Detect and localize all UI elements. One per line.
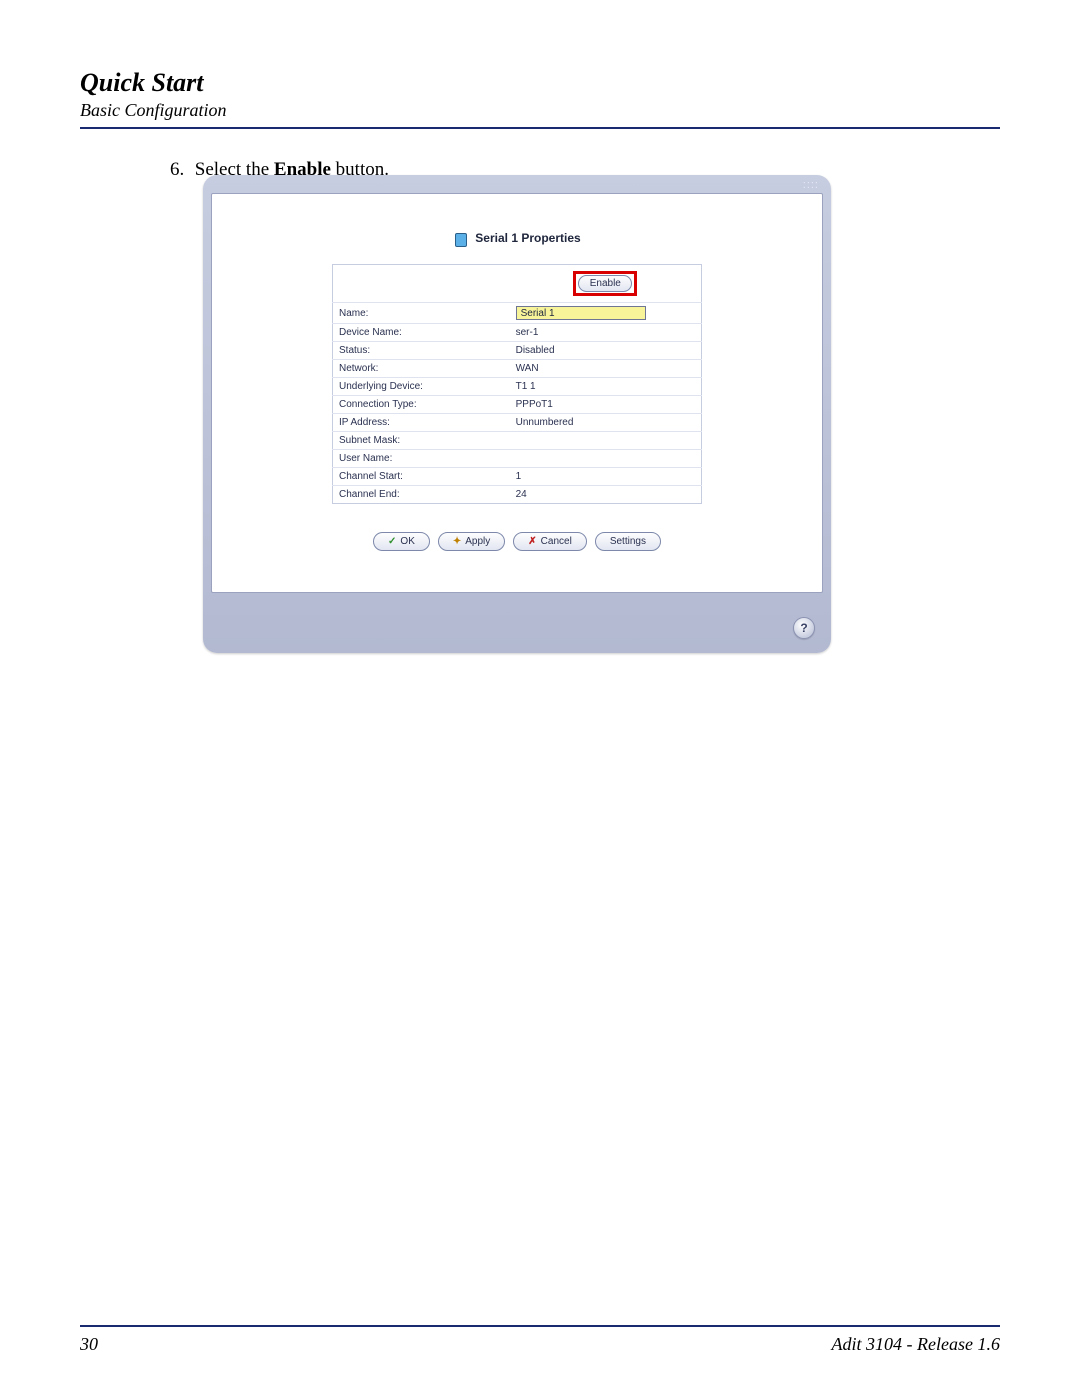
row-label-chstart: Channel Start: [333,468,510,486]
row-value-device: ser-1 [510,324,702,342]
row-value-ip: Unnumbered [510,414,702,432]
apply-button[interactable]: ✦ Apply [438,532,505,551]
row-label-conntype: Connection Type: [333,396,510,414]
ok-label: OK [400,536,414,547]
row-value-network: WAN [510,360,702,378]
product-release: Adit 3104 - Release 1.6 [832,1334,1000,1355]
properties-table: Enable Name: Serial 1 Device Name: ser-1… [332,264,702,504]
doc-chapter-title: Quick Start [80,68,1000,98]
row-label-username: User Name: [333,450,510,468]
x-icon: ✗ [528,536,536,547]
row-label-ip: IP Address: [333,414,510,432]
doc-section-title: Basic Configuration [80,100,1000,121]
enable-button[interactable]: Enable [578,275,632,292]
footer-divider [80,1325,1000,1327]
help-button[interactable]: ? [793,617,815,639]
window-content: Serial 1 Properties Enable Name: Serial … [211,193,823,593]
row-value-chstart: 1 [510,468,702,486]
row-value-underlying[interactable]: T1 1 [510,378,702,396]
row-value-subnet [510,432,702,450]
row-label-underlying: Underlying Device: [333,378,510,396]
name-input[interactable]: Serial 1 [516,306,646,320]
row-value-username [510,450,702,468]
row-label-chend: Channel End: [333,486,510,504]
action-button-row: ✓ OK ✦ Apply ✗ Cancel Settings [212,532,822,551]
row-label-name: Name: [333,303,510,324]
cancel-button[interactable]: ✗ Cancel [513,532,587,551]
row-label-status: Status: [333,342,510,360]
page-number: 30 [80,1334,98,1355]
enable-highlight: Enable [573,271,637,296]
step-number: 6. [170,159,190,181]
window-grip-dots: :::: [803,179,819,191]
cancel-label: Cancel [541,536,572,547]
ok-button[interactable]: ✓ OK [373,532,430,551]
row-value-conntype: PPPoT1 [510,396,702,414]
row-label-network: Network: [333,360,510,378]
check-icon: ✓ [388,536,396,547]
wand-icon: ✦ [453,536,461,547]
serial-port-icon [453,230,467,246]
header-divider [80,127,1000,129]
row-value-chend: 24 [510,486,702,504]
embedded-screenshot: :::: Network Connections -> Connection P… [203,175,831,653]
row-value-status: Disabled [510,342,702,360]
row-label-subnet: Subnet Mask: [333,432,510,450]
settings-label: Settings [610,536,646,547]
apply-label: Apply [465,536,490,547]
panel-title: Serial 1 Properties [475,231,580,245]
row-label-device: Device Name: [333,324,510,342]
settings-button[interactable]: Settings [595,532,661,551]
